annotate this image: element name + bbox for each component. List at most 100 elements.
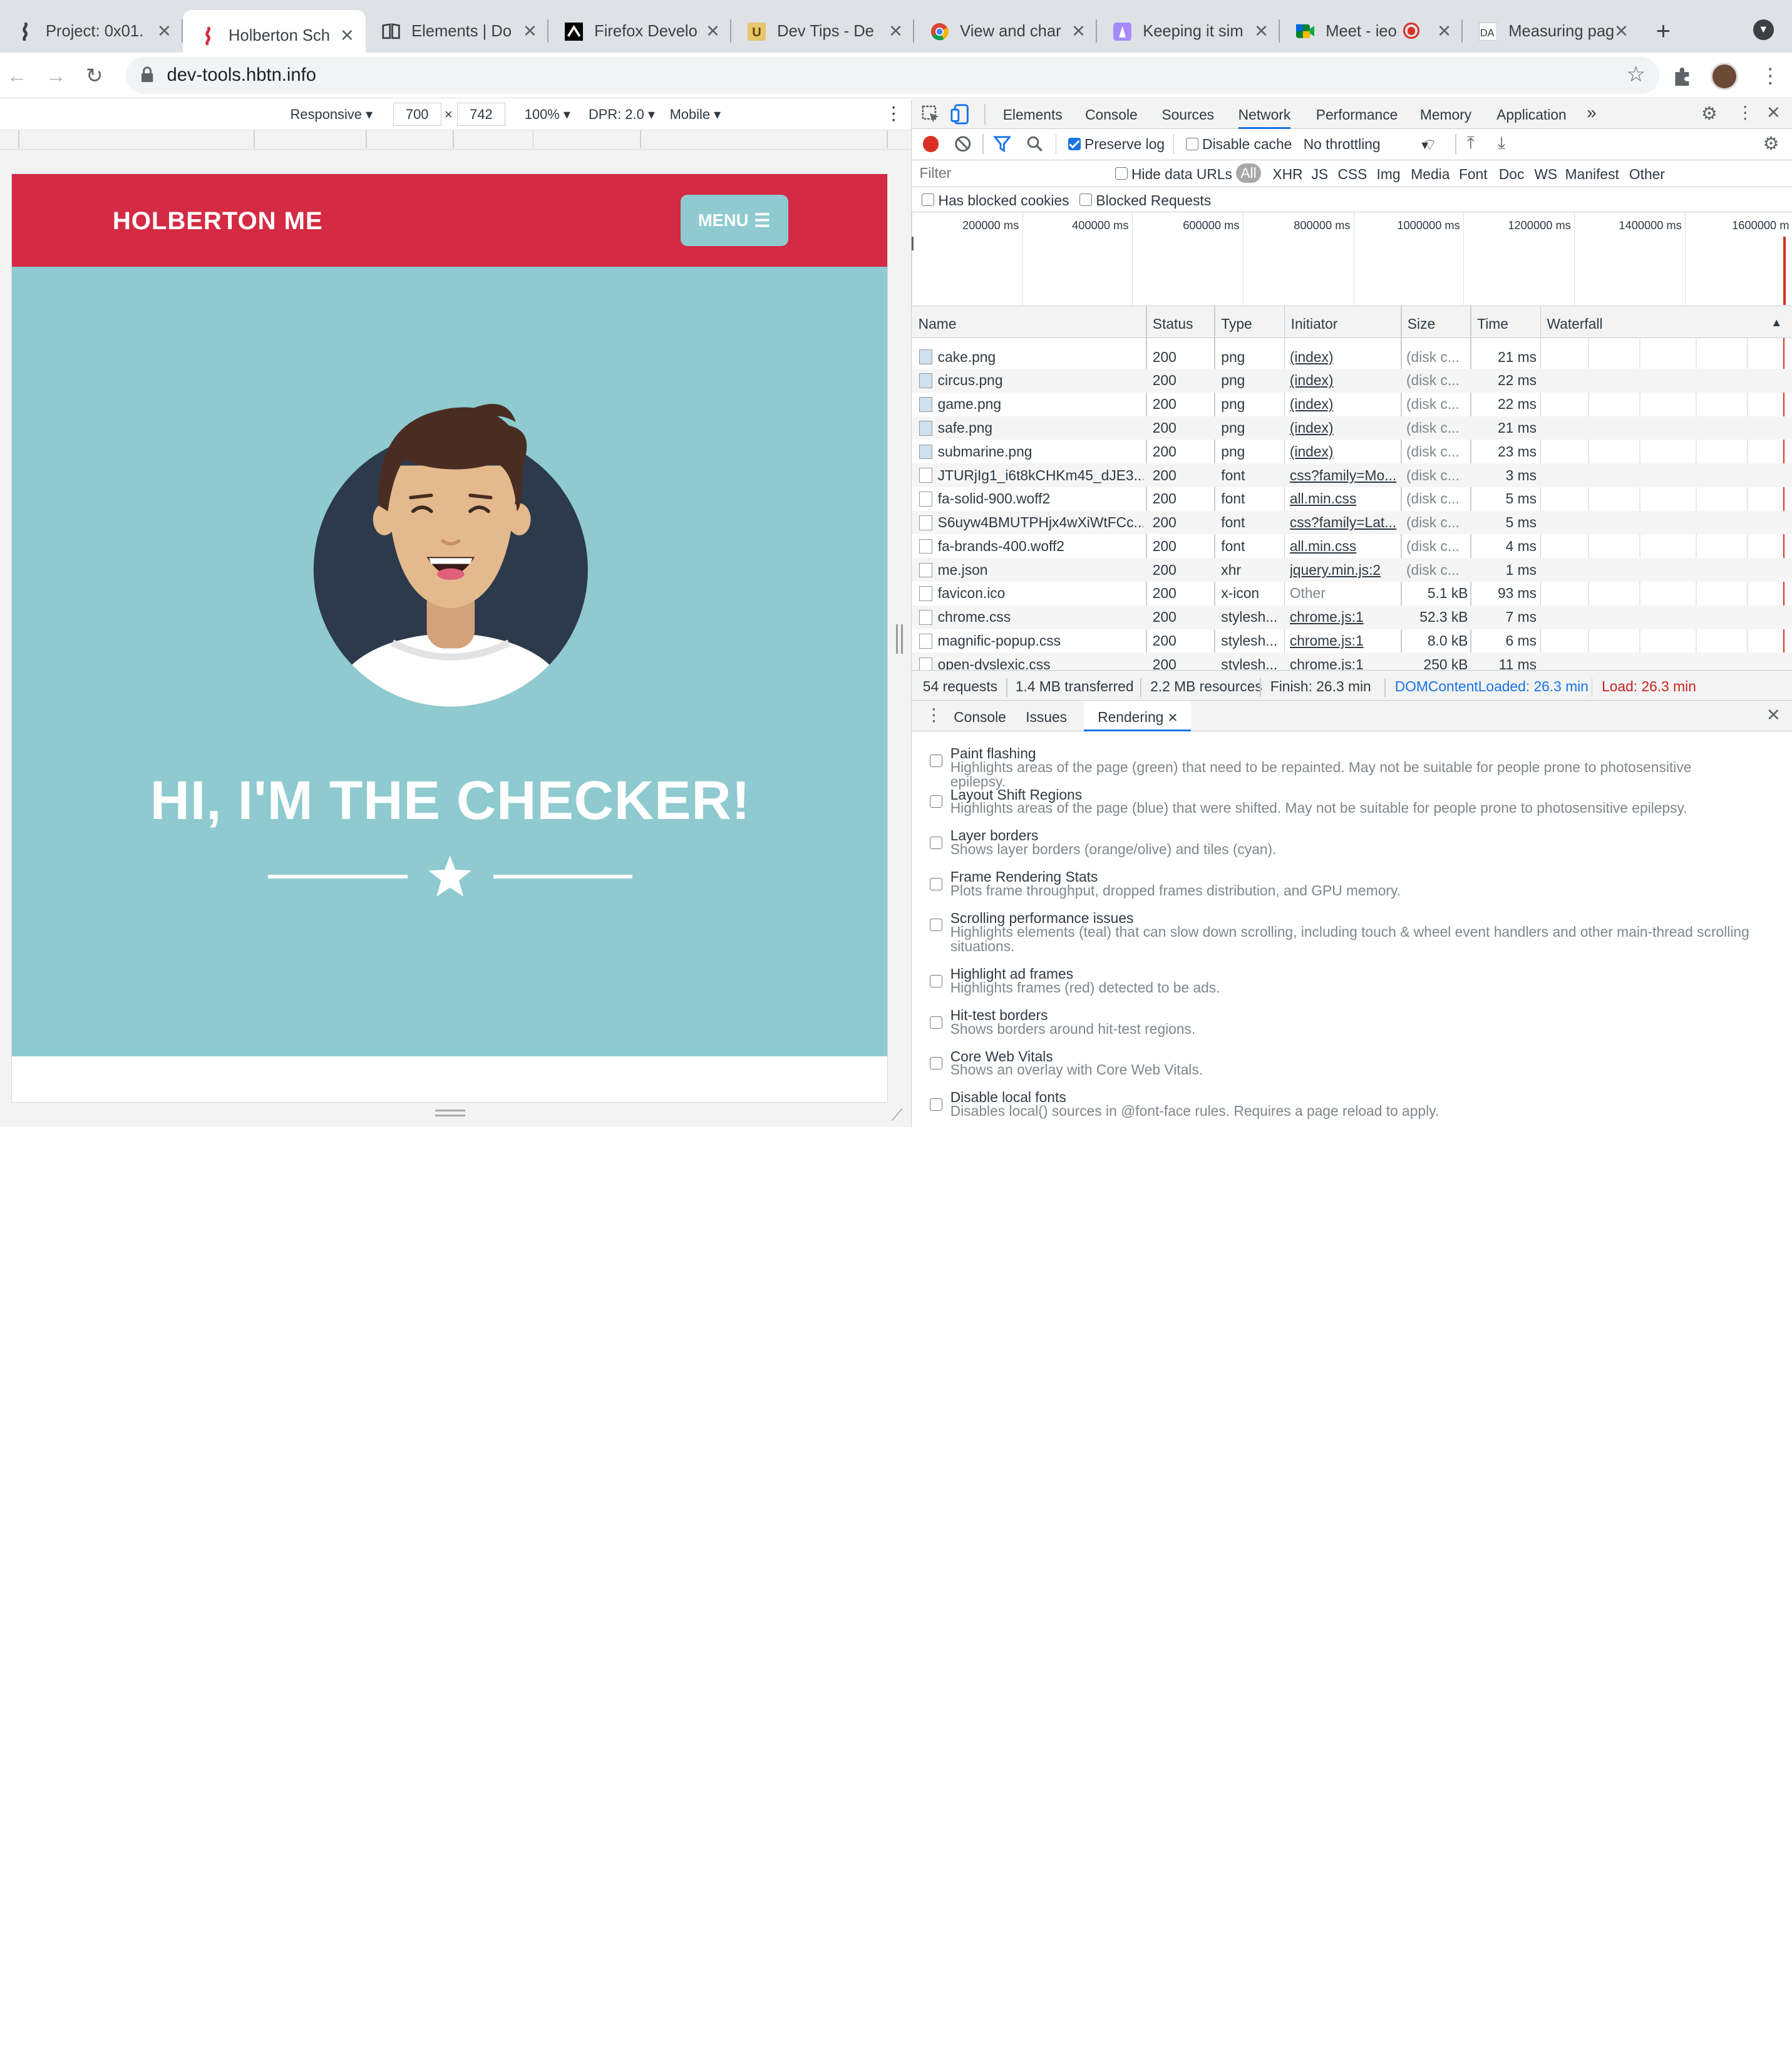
tab-elements[interactable]: Elements (1003, 106, 1063, 123)
filter-type-xhr[interactable]: XHR (1272, 166, 1302, 183)
column-type[interactable]: Type (1221, 316, 1252, 333)
profile-avatar[interactable] (1711, 63, 1739, 91)
option-checkbox[interactable] (929, 754, 942, 767)
tab-search-icon[interactable]: ▼ (1753, 19, 1774, 40)
close-icon[interactable]: ✕ (523, 21, 537, 41)
filter-type-manifest[interactable]: Manifest (1565, 166, 1619, 183)
cell-name[interactable]: safe.png (938, 420, 1144, 436)
tab-devtips[interactable]: U Dev Tips - De ✕ (731, 10, 915, 53)
table-row[interactable]: submarine.png 200 png (index) (disk c... 23 m… (912, 440, 1792, 463)
cell-name[interactable]: circus.png (938, 372, 1144, 389)
cell-initiator[interactable]: (index) (1290, 420, 1399, 436)
column-waterfall[interactable]: Waterfall (1547, 316, 1602, 333)
drawer-menu-icon[interactable]: ⋮ (925, 705, 942, 725)
cell-initiator[interactable]: css?family=Lat... (1290, 514, 1399, 531)
close-icon[interactable]: ✕ (888, 21, 903, 41)
export-har-icon[interactable]: ⤓ (1498, 133, 1505, 153)
close-icon[interactable]: ✕ (1437, 21, 1451, 41)
tab-memory[interactable]: Memory (1420, 106, 1471, 123)
table-row[interactable]: circus.png 200 png (index) (disk c... 22 ms (911, 368, 1792, 393)
device-type-select[interactable]: Mobile ▾ (670, 106, 721, 123)
cell-name[interactable]: favicon.ico (938, 585, 1144, 602)
tab-firefox[interactable]: Firefox Develo ✕ (548, 10, 732, 53)
option-checkbox[interactable] (929, 837, 942, 850)
filter-type-css[interactable]: CSS (1337, 166, 1367, 183)
network-overview-timeline[interactable]: 200000 ms 400000 ms 600000 ms 800000 ms … (911, 212, 1792, 307)
table-row[interactable]: JTURjIg1_i6t8kCHKm45_dJE3... 200 font css?f… (911, 463, 1792, 487)
filter-type-font[interactable]: Font (1459, 166, 1488, 183)
tab-console[interactable]: Console (1085, 106, 1138, 123)
option-checkbox[interactable] (929, 919, 942, 932)
tab-performance[interactable]: Performance (1316, 106, 1398, 123)
cell-initiator[interactable]: chrome.js:1 (1290, 609, 1399, 626)
drawer-tab-issues[interactable]: Issues (1026, 709, 1067, 726)
cell-initiator[interactable]: chrome.js:1 (1290, 656, 1399, 670)
import-har-icon[interactable]: ⤒ (1467, 133, 1475, 153)
table-row[interactable]: cake.png 200 png (index) (disk c... 21 ms (912, 345, 1792, 369)
option-checkbox[interactable] (929, 974, 942, 987)
more-tabs-icon[interactable]: » (1587, 103, 1596, 123)
cell-name[interactable]: fa-solid-900.woff2 (938, 490, 1144, 507)
throttling-select[interactable]: No throttling ▼ (1304, 136, 1431, 153)
column-time[interactable]: Time (1477, 316, 1508, 333)
cell-initiator[interactable]: (index) (1290, 443, 1399, 460)
filter-funnel-icon[interactable] (994, 136, 1011, 152)
cell-name[interactable]: open-dyslexic.css (938, 656, 1144, 670)
close-icon[interactable]: ✕ (340, 26, 354, 46)
dpr-select[interactable]: DPR: 2.0 ▾ (589, 106, 655, 123)
table-row[interactable] (912, 338, 1792, 344)
tab-measuring[interactable]: DA Measuring pag ✕ (1463, 10, 1640, 53)
table-row[interactable]: game.png 200 png (index) (disk c... 22 ms (912, 393, 1792, 416)
drawer-tab-console[interactable]: Console (954, 709, 1006, 726)
network-settings-gear-icon[interactable]: ⚙ (1763, 133, 1779, 155)
cell-name[interactable]: cake.png (938, 349, 1144, 366)
blocked-requests-checkbox[interactable]: Blocked Requests (1079, 192, 1211, 209)
blocked-cookies-checkbox[interactable]: Has blocked cookies (922, 192, 1069, 209)
preserve-log-checkbox[interactable]: Preserve log (1068, 136, 1165, 153)
table-row[interactable]: S6uyw4BMUTPHjx4wXiWtFCc... 200 font css?fam… (911, 510, 1792, 535)
more-vert-icon[interactable]: ⋮ (1736, 103, 1753, 123)
extensions-puzzle-icon[interactable] (1672, 66, 1692, 87)
cell-initiator[interactable]: (index) (1290, 372, 1399, 389)
more-vert-icon[interactable]: ⋮ (885, 103, 903, 125)
cell-initiator[interactable]: all.min.css (1290, 538, 1399, 555)
cell-name[interactable]: game.png (938, 396, 1144, 413)
address-bar[interactable]: dev-tools.hbtn.info ☆ (125, 57, 1660, 94)
disable-cache-checkbox[interactable]: Disable cache (1185, 136, 1292, 153)
option-checkbox[interactable] (929, 1057, 942, 1070)
close-drawer-icon[interactable]: ✕ (1766, 705, 1781, 725)
sort-ascending-icon[interactable]: ▲ (1771, 316, 1782, 329)
filter-type-all[interactable]: All (1236, 163, 1261, 183)
drawer-tab-rendering[interactable]: Rendering ✕ (1084, 700, 1191, 732)
close-icon[interactable]: ✕ (1614, 21, 1629, 41)
tab-network[interactable]: Network (1238, 106, 1291, 130)
filter-type-js[interactable]: JS (1311, 166, 1328, 183)
tab-view-change[interactable]: View and char ✕ (914, 10, 1098, 53)
tab-meet[interactable]: Meet - ieo ✕ (1280, 10, 1463, 53)
inspect-element-icon[interactable] (922, 105, 940, 123)
filter-input[interactable] (914, 162, 1097, 184)
column-size[interactable]: Size (1408, 316, 1435, 333)
cell-name[interactable]: S6uyw4BMUTPHjx4wXiWtFCc... (938, 514, 1144, 531)
cell-name[interactable]: chrome.css (938, 609, 1144, 626)
cell-initiator[interactable]: all.min.css (1290, 490, 1399, 507)
tab-application[interactable]: Application (1496, 106, 1567, 123)
cell-initiator[interactable]: jquery.min.js:2 (1290, 562, 1399, 579)
filter-type-ws[interactable]: WS (1534, 166, 1557, 183)
device-toggle-icon[interactable] (950, 104, 971, 125)
new-tab-button[interactable]: + (1656, 17, 1671, 46)
tab-elements[interactable]: Elements | Do ✕ (366, 10, 549, 53)
table-row[interactable]: me.json 200 xhr jquery.min.js:2 (disk c... 1 … (911, 558, 1792, 582)
close-icon[interactable]: ✕ (157, 21, 172, 41)
column-status[interactable]: Status (1153, 316, 1193, 333)
reload-icon[interactable]: ↻ (86, 64, 103, 88)
network-conditions-icon[interactable]: ⌔ (1423, 135, 1438, 155)
cell-initiator[interactable]: (index) (1290, 349, 1399, 366)
tab-project[interactable]: Project: 0x01. ✕ (0, 10, 183, 53)
close-icon[interactable]: ✕ (706, 21, 720, 41)
tab-sources[interactable]: Sources (1161, 106, 1214, 123)
site-brand[interactable]: HOLBERTON ME (113, 207, 323, 235)
table-row[interactable]: chrome.css 200 stylesh... chrome.js:1 52.3 k… (911, 605, 1792, 629)
close-icon[interactable]: ✕ (1254, 21, 1269, 41)
table-row[interactable]: favicon.ico 200 x-icon Other 5.1 kB 93 ms (912, 582, 1792, 606)
